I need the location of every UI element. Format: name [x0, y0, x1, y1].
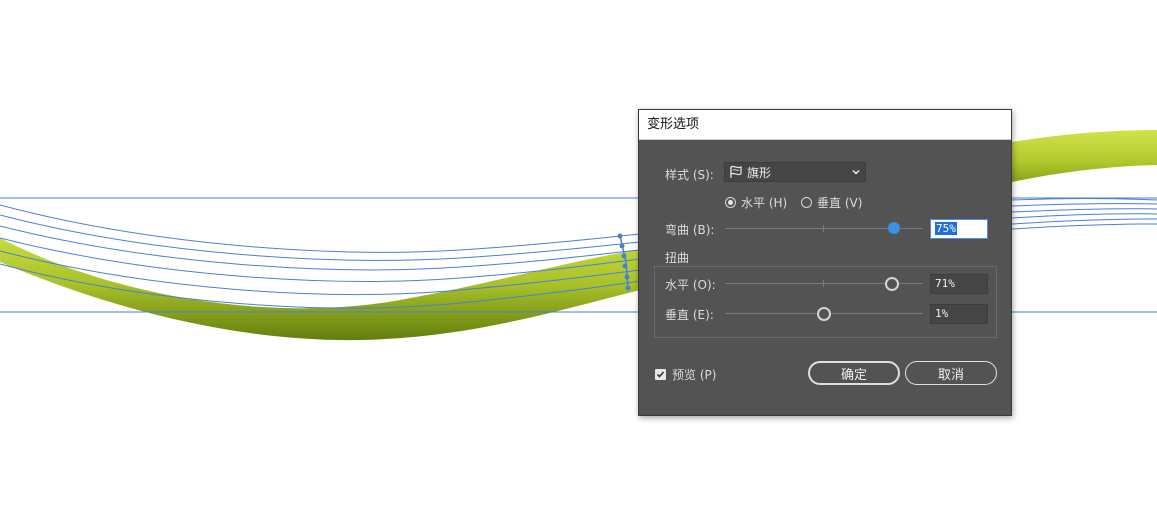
preview-checkbox[interactable]: 预览 (P) [655, 366, 716, 383]
distort-vertical-label: 垂直 (E): [665, 308, 714, 322]
distort-horizontal-value: 71% [935, 277, 955, 290]
distort-horizontal-center-tick [823, 280, 824, 287]
distort-vertical-input[interactable]: 1% [930, 304, 988, 324]
flag-icon [730, 165, 742, 178]
warp-options-dialog: 变形选项 样式 (S): 旗形 水平 (H) 垂直 (V) 弯曲 (B): 75… [638, 109, 1012, 416]
green-ribbon-right [1012, 130, 1157, 182]
style-dropdown-value: 旗形 [747, 165, 772, 180]
green-ribbon-left [0, 238, 640, 341]
cancel-button[interactable]: 取消 [905, 361, 997, 385]
bend-label: 弯曲 (B): [665, 223, 715, 237]
distort-horizontal-slider[interactable] [725, 276, 923, 291]
warped-path-outlines-right [1011, 198, 1157, 230]
vertical-radio[interactable]: 垂直 (V) [801, 194, 862, 211]
checkmark-icon [656, 371, 665, 378]
bend-value-input[interactable]: 75% [930, 219, 988, 239]
checkbox-icon [655, 369, 666, 380]
bend-slider-thumb[interactable] [888, 222, 900, 234]
distort-horizontal-thumb[interactable] [885, 277, 899, 291]
dialog-title: 变形选项 [647, 117, 700, 132]
style-label: 样式 (S): [665, 168, 714, 182]
distort-vertical-value: 1% [935, 307, 949, 320]
distortion-group-label: 扭曲 [665, 249, 694, 266]
bend-slider-center-tick [823, 225, 824, 232]
radio-icon [725, 197, 736, 208]
dialog-titlebar[interactable]: 变形选项 [639, 110, 1011, 140]
distort-vertical-thumb[interactable] [817, 307, 831, 321]
ok-button-label: 确定 [840, 367, 867, 383]
distort-vertical-slider[interactable] [725, 306, 923, 321]
horizontal-radio[interactable]: 水平 (H) [725, 194, 787, 211]
horizontal-radio-label: 水平 (H) [741, 196, 788, 210]
vertical-radio-label: 垂直 (V) [817, 196, 863, 210]
style-dropdown[interactable]: 旗形 [724, 162, 866, 182]
radio-icon [801, 197, 812, 208]
chevron-down-icon [852, 169, 860, 175]
bend-value-text: 75% [935, 222, 957, 235]
bend-slider[interactable] [725, 221, 923, 235]
cancel-button-label: 取消 [937, 367, 964, 383]
preview-label: 预览 (P) [672, 368, 717, 382]
ok-button[interactable]: 确定 [808, 361, 900, 385]
distort-horizontal-label: 水平 (O): [665, 278, 716, 292]
distort-horizontal-input[interactable]: 71% [930, 274, 988, 294]
